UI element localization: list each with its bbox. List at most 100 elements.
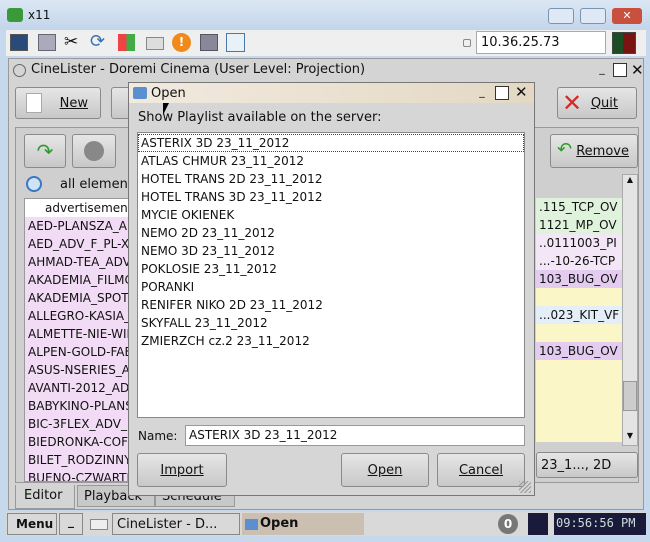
element-item[interactable]: BIEDRONKA-COFF (25, 433, 133, 451)
filter-label[interactable]: all element (60, 177, 133, 192)
playlist-item[interactable]: POKLOSIE 23_11_2012 (138, 260, 524, 278)
dialog-titlebar: Open _ ✕ (129, 83, 534, 103)
task-open-label: Open (260, 516, 299, 531)
mouse-cursor-icon (163, 103, 169, 115)
scroll-up-button[interactable]: ▲ (623, 175, 637, 189)
playlist-item[interactable]: ZMIERZCH cz.2 23_11_2012 (138, 332, 524, 350)
folder-icon (133, 87, 147, 99)
dialog-maximize-button[interactable] (495, 86, 509, 100)
windows-logo-icon[interactable] (118, 34, 135, 51)
name-label: Name: (138, 429, 178, 443)
dialog-title: Open (151, 86, 186, 101)
element-item[interactable]: AVANTI-2012_AD (25, 379, 133, 397)
playlist-item[interactable]: RENIFER NIKO 2D 23_11_2012 (138, 296, 524, 314)
scroll-thumb[interactable] (623, 381, 637, 411)
notification-badge[interactable]: 0 (498, 514, 518, 534)
ip-field[interactable]: 10.36.25.73 (476, 31, 606, 54)
vertical-scrollbar[interactable]: ▲ ▼ (622, 174, 638, 446)
keyboard-tray-icon[interactable] (90, 519, 108, 530)
app-minimize-button[interactable]: _ (595, 63, 609, 77)
playlist-item[interactable]: ATLAS CHMUR 23_11_2012 (138, 152, 524, 170)
playlist-row[interactable]: 103_BUG_OV (536, 342, 622, 360)
refresh-icon[interactable]: ⟳ (90, 31, 105, 52)
playlist-item[interactable]: HOTEL TRANS 2D 23_11_2012 (138, 170, 524, 188)
app-close-button[interactable]: ✕ (631, 61, 644, 79)
import-button[interactable]: Import (137, 453, 227, 487)
clock: 09:56:56 PM (554, 513, 646, 535)
playlist-list[interactable]: ASTERIX 3D 23_11_2012 ATLAS CHMUR 23_11_2… (137, 132, 525, 418)
show-desktop-button[interactable]: _ (59, 513, 83, 535)
app-maximize-button[interactable] (613, 63, 627, 77)
playlist-row[interactable]: 1121_MP_OV (536, 216, 622, 234)
element-item[interactable]: ALPEN-GOLD-FAE (25, 343, 133, 361)
playlist-item[interactable]: SKYFALL 23_11_2012 (138, 314, 524, 332)
file-icon (26, 93, 42, 113)
dialog-close-button[interactable]: ✕ (515, 83, 528, 101)
playlist-item[interactable]: PORANKI (138, 278, 524, 296)
outer-toolbar: ✂ ⟳ ! 10.36.25.73 (6, 30, 646, 56)
element-item[interactable]: BABYKINO-PLANS (25, 397, 133, 415)
right-panel-button[interactable]: 23_1..., 2D (536, 452, 638, 478)
maximize-button[interactable] (580, 8, 606, 24)
disconnect-icon[interactable] (200, 34, 218, 51)
name-input[interactable]: ASTERIX 3D 23_11_2012 (185, 425, 525, 446)
playlist-item[interactable]: ASTERIX 3D 23_11_2012 (138, 134, 524, 152)
element-item[interactable]: ALLEGRO-KASIA_A (25, 307, 133, 325)
playlist-row[interactable] (536, 288, 622, 306)
playlist-item[interactable]: HOTEL TRANS 3D 23_11_2012 (138, 188, 524, 206)
scroll-down-button[interactable]: ▼ (623, 431, 637, 445)
remove-button[interactable]: ↶ Remove (550, 134, 638, 168)
tab-editor[interactable]: Editor (15, 485, 75, 509)
film-reel-icon (13, 64, 26, 77)
tools-icon[interactable]: ✂ (64, 32, 78, 52)
taskbar: Menu _ CineLister - D... Open 0 09:56:56… (6, 512, 646, 536)
element-item[interactable]: ALMETTE-NIE-WIE (25, 325, 133, 343)
cancel-button[interactable]: Cancel (437, 453, 525, 487)
playlist-row[interactable]: ..0111003_PI (536, 234, 622, 252)
undo-arrow-icon: ↶ (557, 139, 573, 160)
dialog-minimize-button[interactable]: _ (475, 86, 489, 100)
right-list[interactable]: .115_TCP_OV 1121_MP_OV ..0111003_PI ...-10-… (536, 198, 622, 442)
monitor-icon[interactable] (10, 34, 28, 51)
playlist-item[interactable]: MYCIE OKIENEK (138, 206, 524, 224)
connection-indicator (612, 32, 636, 54)
dialog-prompt: Show Playlist available on the server: (138, 110, 382, 125)
playlist-row[interactable]: 103_BUG_OV (536, 270, 622, 288)
fullscreen-icon[interactable] (226, 33, 245, 52)
playlist-row[interactable]: ...-10-26-TCP (536, 252, 622, 270)
playlist-item[interactable]: NEMO 2D 23_11_2012 (138, 224, 524, 242)
open-button[interactable]: Open (341, 453, 429, 487)
task-open[interactable]: Open (242, 513, 364, 535)
forward-button[interactable]: ↷ (24, 134, 66, 168)
new-button[interactable]: New (15, 87, 101, 119)
x11-icon (7, 8, 23, 22)
element-item[interactable]: AED_ADV_F_PL-X (25, 235, 133, 253)
left-list[interactable]: advertisemen AED-PLANSZA_A AED_ADV_F_PL-X A… (24, 198, 134, 482)
alert-icon[interactable]: ! (172, 33, 191, 52)
status-dot-icon (463, 39, 471, 47)
quit-button[interactable]: ✕ Quit (557, 87, 637, 119)
element-item[interactable]: advertisemen (25, 199, 133, 217)
close-button[interactable]: ✕ (612, 8, 642, 24)
element-item[interactable]: AHMAD-TEA_ADV (25, 253, 133, 271)
playlist-row[interactable]: .115_TCP_OV (536, 198, 622, 216)
resize-grip[interactable] (519, 481, 531, 493)
playlist-item[interactable]: NEMO 3D 23_11_2012 (138, 242, 524, 260)
search-icon[interactable] (26, 176, 42, 192)
element-item[interactable]: AED-PLANSZA_A (25, 217, 133, 235)
element-item[interactable]: ASUS-NSERIES_A (25, 361, 133, 379)
keyboard-icon[interactable] (146, 37, 164, 50)
element-item[interactable]: AKADEMIA_FILMC (25, 271, 133, 289)
windows-icon[interactable] (38, 34, 56, 51)
playlist-row[interactable]: ...023_KIT_VF (536, 306, 622, 324)
element-item[interactable]: BIC-3FLEX_ADV_I (25, 415, 133, 433)
reels-button[interactable] (72, 134, 116, 168)
element-item[interactable]: AKADEMIA_SPOT (25, 289, 133, 307)
element-item[interactable]: BUENO-CZWARTE (25, 469, 133, 481)
element-item[interactable]: BILET_RODZINNY (25, 451, 133, 469)
playlist-row[interactable] (536, 324, 622, 342)
task-cinelister[interactable]: CineLister - D... (112, 513, 240, 535)
quit-label: Quit (590, 95, 618, 111)
minimize-button[interactable] (548, 8, 574, 24)
menu-button[interactable]: Menu (7, 513, 57, 535)
